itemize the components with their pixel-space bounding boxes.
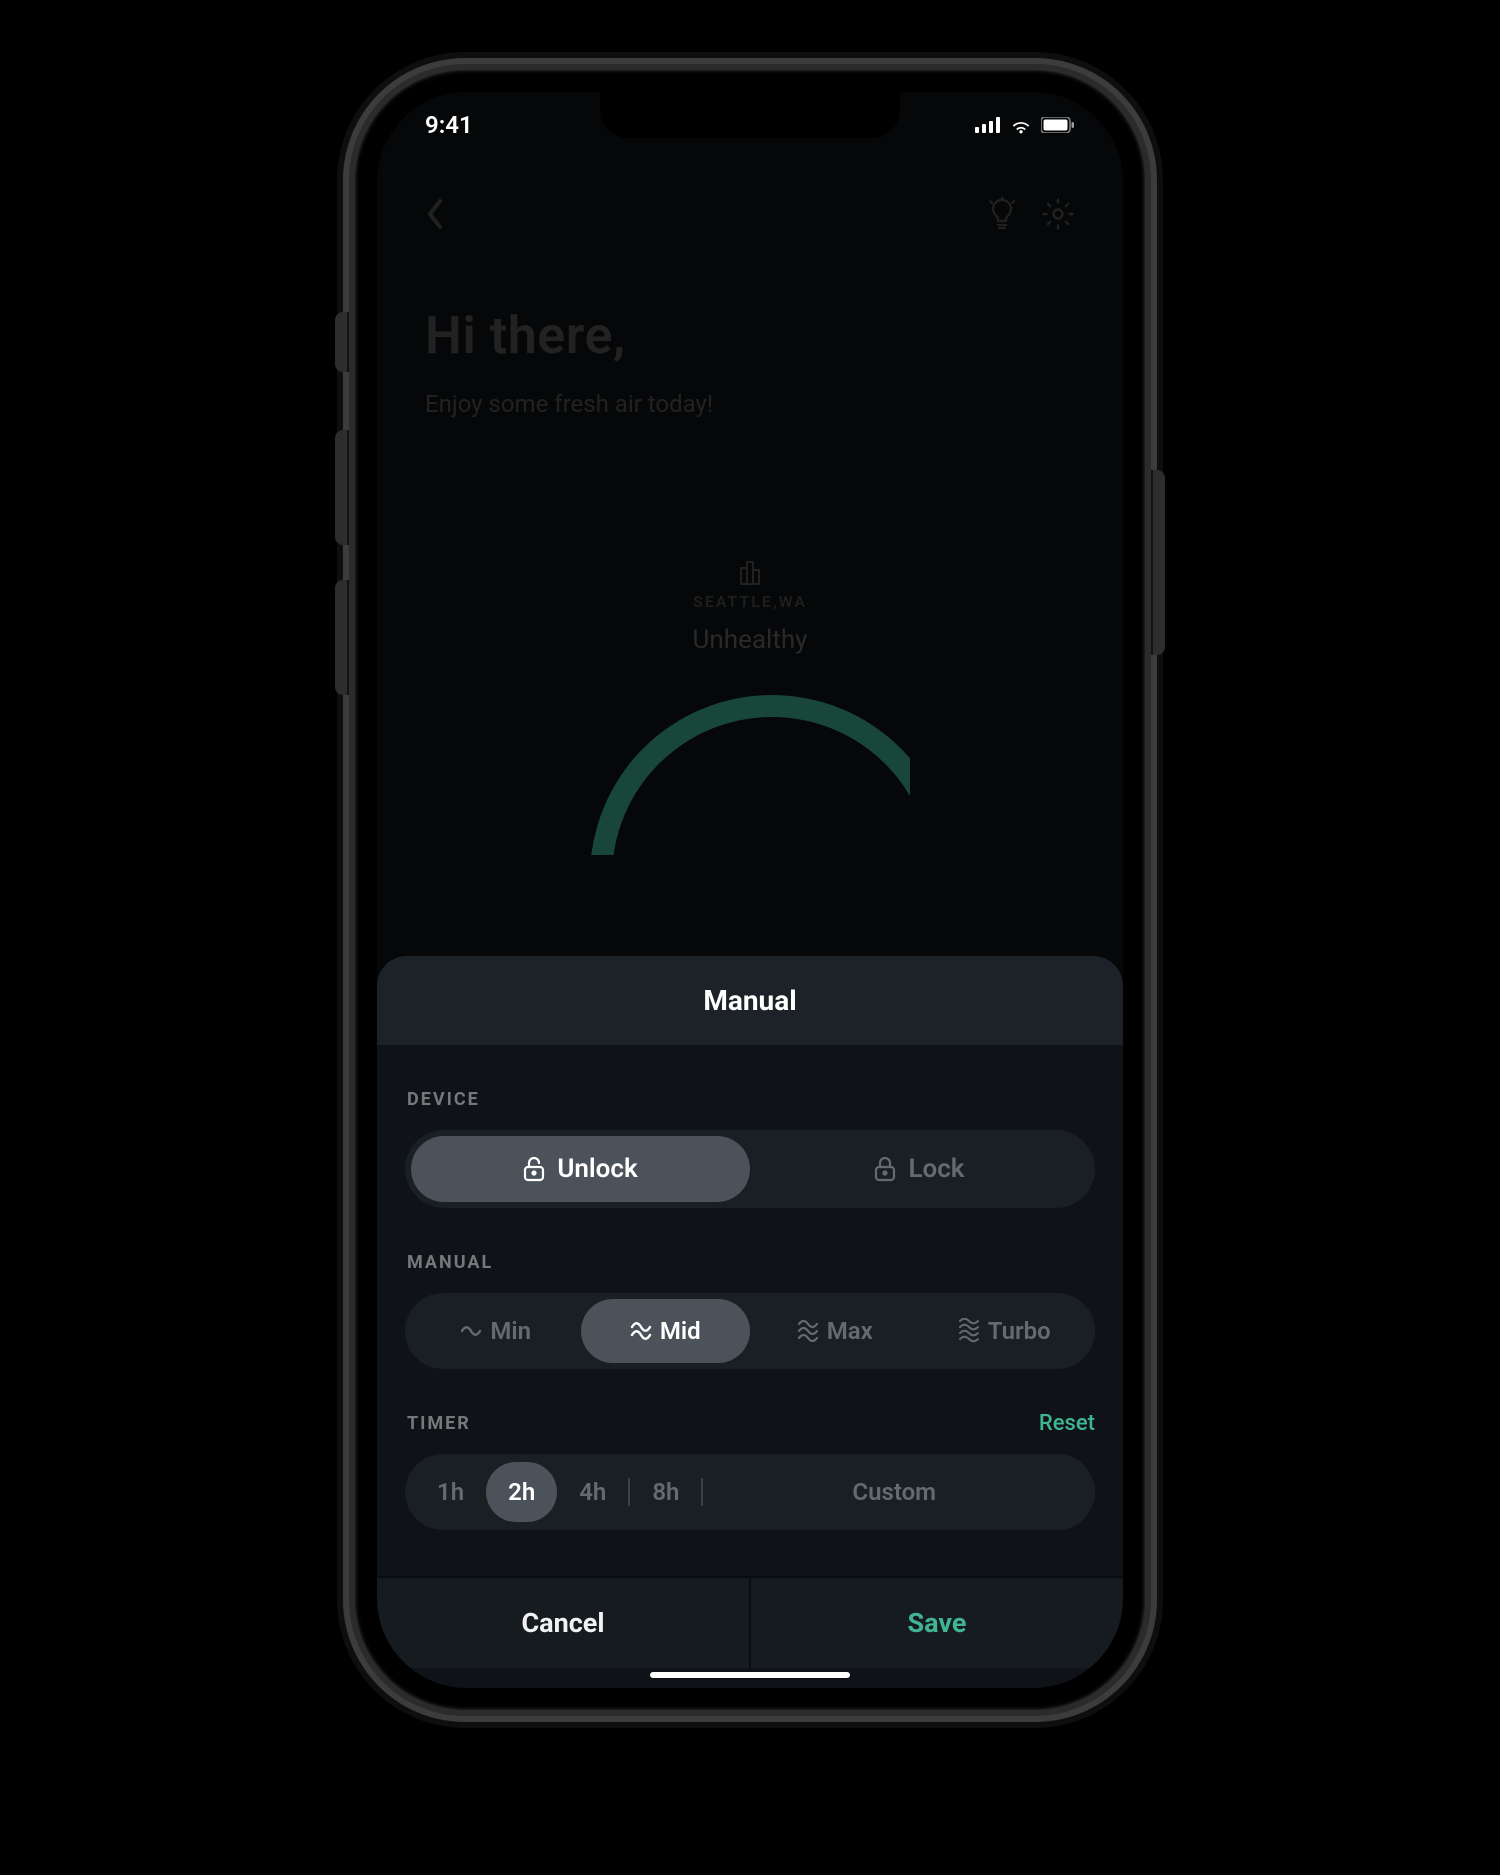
lightbulb-icon (985, 197, 1019, 231)
device-segmented: Unlock Lock (405, 1130, 1095, 1208)
manual-turbo-label: Turbo (988, 1317, 1051, 1345)
settings-button[interactable] (1041, 197, 1075, 235)
device-unlock-option[interactable]: Unlock (411, 1136, 750, 1202)
timer-2h-option[interactable]: 2h (486, 1462, 557, 1522)
side-button (335, 580, 349, 695)
manual-segmented: Min Mid Max Turbo (405, 1293, 1095, 1369)
screen: 9:41 (377, 92, 1123, 1688)
timer-8h-option[interactable]: 8h (630, 1462, 701, 1522)
sheet-title: Manual (703, 984, 796, 1017)
wifi-icon (1009, 116, 1033, 134)
timer-8h-label: 8h (652, 1478, 679, 1506)
timer-2h-label: 2h (508, 1478, 535, 1506)
cancel-button[interactable]: Cancel (377, 1578, 751, 1668)
status-icons (975, 116, 1075, 134)
device-unlock-label: Unlock (557, 1154, 637, 1184)
unlock-icon (523, 1156, 545, 1182)
timer-custom-option[interactable]: Custom (703, 1462, 1085, 1522)
timer-custom-label: Custom (852, 1478, 936, 1506)
action-bar: Cancel Save (377, 1576, 1123, 1668)
location-label: SEATTLE,WA (425, 592, 1075, 611)
battery-icon (1041, 117, 1075, 133)
manual-section-label: MANUAL (407, 1252, 1093, 1273)
side-button (1151, 470, 1165, 655)
sheet-header: Manual (377, 956, 1123, 1045)
device-lock-label: Lock (908, 1154, 964, 1184)
gear-icon (1041, 197, 1075, 231)
manual-max-option[interactable]: Max (750, 1299, 920, 1363)
lock-icon (874, 1156, 896, 1182)
air-quality-block: SEATTLE,WA Unhealthy (425, 558, 1075, 855)
manual-mid-option[interactable]: Mid (581, 1299, 751, 1363)
timer-1h-label: 1h (437, 1478, 464, 1506)
back-button[interactable] (425, 197, 445, 235)
greeting-title: Hi there, (425, 305, 1075, 366)
greeting-subline: Enjoy some fresh air today! (425, 390, 1075, 418)
home-indicator[interactable] (650, 1672, 850, 1678)
chevron-left-icon (425, 197, 445, 231)
manual-turbo-option[interactable]: Turbo (920, 1299, 1090, 1363)
tips-button[interactable] (985, 197, 1019, 235)
device-lock-option[interactable]: Lock (750, 1136, 1089, 1202)
timer-section-label: TIMER (407, 1413, 471, 1434)
phone-frame: 9:41 (355, 70, 1145, 1710)
city-icon (733, 558, 767, 586)
manual-min-label: Min (490, 1317, 531, 1345)
air-status-label: Unhealthy (425, 625, 1075, 655)
timer-segmented: 1h 2h 4h 8h Custom (405, 1454, 1095, 1530)
manual-sheet: Manual DEVICE Unlock Lock MANUAL (377, 956, 1123, 1688)
timer-1h-option[interactable]: 1h (415, 1462, 486, 1522)
wave-min-icon (460, 1324, 482, 1338)
air-gauge (590, 695, 910, 855)
wave-turbo-icon (958, 1318, 980, 1344)
notch (600, 92, 900, 138)
device-section-label: DEVICE (407, 1089, 1093, 1110)
manual-max-label: Max (827, 1317, 873, 1345)
save-button[interactable]: Save (751, 1578, 1123, 1668)
timer-reset-link[interactable]: Reset (1039, 1411, 1095, 1436)
side-button (335, 430, 349, 545)
cellular-icon (975, 117, 1001, 133)
cancel-label: Cancel (521, 1607, 604, 1639)
wave-mid-icon (630, 1322, 652, 1340)
side-button (335, 312, 349, 372)
manual-mid-label: Mid (660, 1317, 701, 1345)
wave-max-icon (797, 1320, 819, 1342)
manual-min-option[interactable]: Min (411, 1299, 581, 1363)
background-content: Hi there, Enjoy some fresh air today! SE… (377, 92, 1123, 855)
timer-4h-label: 4h (579, 1478, 606, 1506)
save-label: Save (908, 1607, 967, 1639)
status-time: 9:41 (425, 111, 473, 139)
timer-4h-option[interactable]: 4h (557, 1462, 628, 1522)
